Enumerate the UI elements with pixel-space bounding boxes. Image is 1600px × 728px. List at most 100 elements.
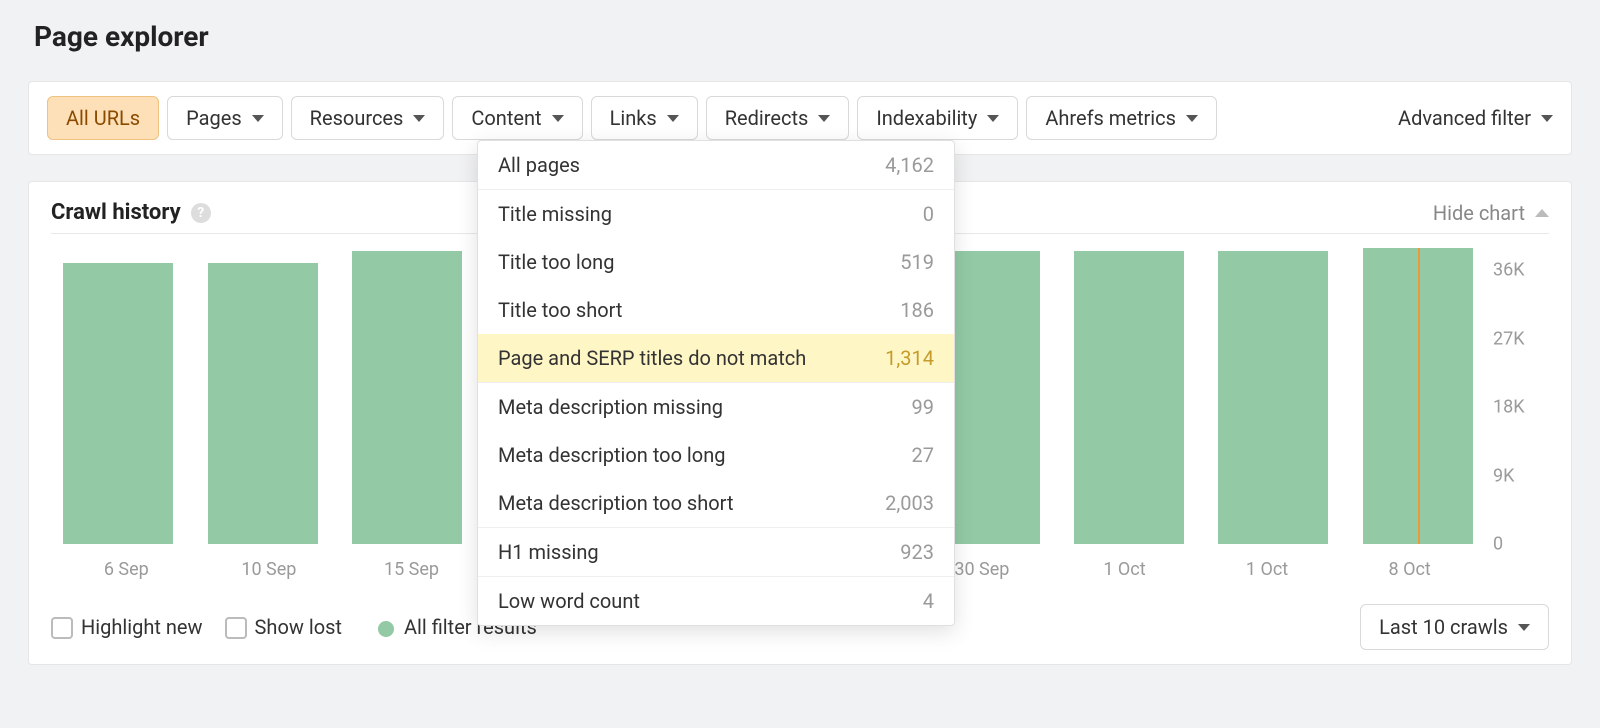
dropdown-item-count: 99 (912, 395, 934, 419)
dropdown-item[interactable]: Title too short 186 (478, 286, 954, 334)
chevron-down-icon (252, 115, 264, 122)
advanced-filter-label: Advanced filter (1398, 106, 1531, 130)
dropdown-item[interactable]: Title missing0 (478, 190, 954, 238)
bar[interactable] (1074, 251, 1184, 544)
filter-pages[interactable]: Pages (167, 96, 283, 140)
dropdown-item-label: Meta description too short (498, 491, 734, 515)
dropdown-item-label: Title missing (498, 202, 612, 226)
bar-column (1210, 251, 1336, 544)
y-tick: 36K (1493, 260, 1525, 281)
highlight-new-label: Highlight new (81, 615, 203, 639)
dropdown-item-count: 519 (900, 250, 934, 274)
current-crawl-marker (1418, 248, 1420, 544)
dropdown-item-label: Meta description missing (498, 395, 723, 419)
chevron-down-icon (413, 115, 425, 122)
y-tick: 9K (1493, 465, 1514, 486)
filter-label: Pages (186, 106, 242, 130)
y-tick: 27K (1493, 328, 1525, 349)
bar-column (344, 251, 470, 544)
hide-chart-button[interactable]: Hide chart (1433, 201, 1549, 225)
x-tick: 1 Oct (1196, 559, 1339, 580)
dropdown-item-count: 186 (900, 298, 934, 322)
x-tick: 1 Oct (1053, 559, 1196, 580)
checkbox-icon (51, 617, 73, 639)
chevron-down-icon (987, 115, 999, 122)
filter-label: Content (471, 106, 541, 130)
x-tick: 10 Sep (198, 559, 341, 580)
filter-resources[interactable]: Resources (291, 96, 445, 140)
filter-indexability[interactable]: Indexability (857, 96, 1018, 140)
dropdown-item[interactable]: Meta description too short 2,003 (478, 479, 954, 527)
dropdown-item[interactable]: Meta description too long 27 (478, 431, 954, 479)
crawl-range-button[interactable]: Last 10 crawls (1360, 604, 1549, 650)
chevron-down-icon (667, 115, 679, 122)
dropdown-item-label: Low word count (498, 589, 640, 613)
filter-label: Resources (310, 106, 404, 130)
x-tick: 6 Sep (55, 559, 198, 580)
chevron-down-icon (818, 115, 830, 122)
bar-column (1066, 251, 1192, 544)
help-icon[interactable]: ? (191, 203, 211, 223)
filter-ahrefs-metrics[interactable]: Ahrefs metrics (1026, 96, 1217, 140)
bar-column (55, 263, 181, 544)
chevron-down-icon (552, 115, 564, 122)
filter-label: Redirects (725, 106, 809, 130)
checkbox-icon (225, 617, 247, 639)
dropdown-item[interactable]: H1 missing 923 (478, 528, 954, 576)
content-dropdown: All pages4,162Title missing0Title too lo… (477, 140, 955, 626)
legend-dot-icon (378, 621, 394, 637)
bar[interactable] (208, 263, 318, 544)
dropdown-item-label: Title too long (498, 250, 614, 274)
dropdown-item[interactable]: Page and SERP titles do not match 1,314 (478, 334, 954, 382)
page-title: Page explorer (34, 20, 1572, 53)
dropdown-item-label: H1 missing (498, 540, 599, 564)
dropdown-item[interactable]: Title too long 519 (478, 238, 954, 286)
dropdown-item-count: 923 (900, 540, 934, 564)
bar-column (1355, 248, 1481, 544)
dropdown-item-label: All pages (498, 153, 580, 177)
dropdown-item-count: 4 (923, 589, 934, 613)
dropdown-item[interactable]: Meta description missing 99 (478, 383, 954, 431)
dropdown-item-count: 4,162 (885, 153, 934, 177)
filter-label: Links (610, 106, 657, 130)
x-tick: 8 Oct (1338, 559, 1481, 580)
chart-title-row: Crawl history ? (51, 200, 211, 225)
bar[interactable] (1363, 248, 1473, 544)
filter-label: All URLs (66, 106, 140, 130)
chevron-down-icon (1541, 115, 1553, 122)
y-tick: 18K (1493, 397, 1525, 418)
x-tick: 15 Sep (340, 559, 483, 580)
dropdown-item-count: 1,314 (885, 346, 934, 370)
dropdown-item-label: Title too short (498, 298, 622, 322)
y-axis: 36K 27K 18K 9K 0 (1485, 240, 1549, 580)
dropdown-item[interactable]: All pages 4,162 (478, 141, 954, 189)
filter-group: All URLs Pages Resources Content Links Redire… (47, 96, 1225, 140)
bar[interactable] (63, 263, 173, 544)
filter-all-urls[interactable]: All URLs (47, 96, 159, 140)
filter-label: Indexability (876, 106, 977, 130)
dropdown-item[interactable]: Low word count 4 (478, 577, 954, 625)
show-lost-checkbox[interactable]: Show lost (225, 615, 342, 640)
show-lost-label: Show lost (255, 615, 342, 639)
hide-chart-label: Hide chart (1433, 201, 1525, 225)
bar[interactable] (1218, 251, 1328, 544)
filter-bar: All URLs Pages Resources Content Links Redire… (28, 81, 1572, 155)
filter-links[interactable]: Links (591, 96, 698, 140)
filter-content[interactable]: Content (452, 96, 582, 140)
dropdown-item-label: Meta description too long (498, 443, 725, 467)
bar-column (199, 263, 325, 544)
dropdown-item-count: 2,003 (885, 491, 934, 515)
crawl-range-label: Last 10 crawls (1379, 615, 1508, 639)
advanced-filter-button[interactable]: Advanced filter (1398, 106, 1553, 130)
y-tick: 0 (1493, 534, 1503, 555)
dropdown-item-count: 27 (912, 443, 934, 467)
chevron-down-icon (1186, 115, 1198, 122)
chevron-up-icon (1535, 209, 1549, 217)
bar[interactable] (352, 251, 462, 544)
highlight-new-checkbox[interactable]: Highlight new (51, 615, 203, 640)
filter-label: Ahrefs metrics (1045, 106, 1176, 130)
filter-redirects[interactable]: Redirects (706, 96, 850, 140)
dropdown-item-label: Page and SERP titles do not match (498, 346, 806, 370)
chart-title: Crawl history (51, 200, 181, 225)
chevron-down-icon (1518, 624, 1530, 631)
